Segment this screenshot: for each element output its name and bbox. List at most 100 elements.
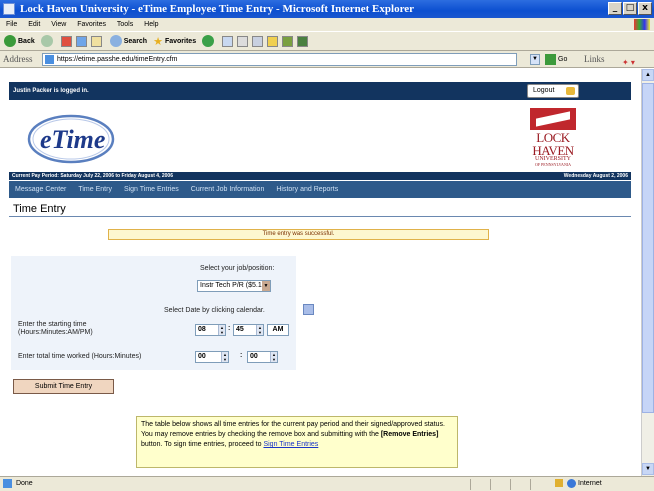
total-hours-spinner[interactable]: 00 ▲ ▼: [195, 351, 229, 363]
vertical-scrollbar[interactable]: ▲ ▼: [641, 69, 654, 476]
lock-haven-flag-icon: [530, 108, 576, 130]
address-dropdown-button[interactable]: ▼: [530, 54, 540, 65]
start-time-row: Enter the starting time (Hours:Minutes:A…: [11, 317, 296, 343]
start-minute-spinner[interactable]: 45 ▲ ▼: [233, 324, 264, 336]
menu-tools[interactable]: Tools: [117, 21, 133, 28]
refresh-icon[interactable]: [75, 35, 87, 47]
total-minutes-spin-icon: ▲ ▼: [270, 352, 277, 362]
submit-time-entry-button[interactable]: Submit Time Entry: [13, 379, 114, 394]
info-remove-entries: [Remove Entries]: [380, 431, 439, 438]
window-title-bar: Lock Haven University - eTime Employee T…: [0, 0, 654, 18]
total-minutes-value: 00: [250, 353, 258, 360]
security-zone: Internet: [555, 477, 602, 491]
folder-icon[interactable]: [267, 35, 279, 47]
print-icon[interactable]: [237, 35, 249, 47]
status-divider: [470, 479, 471, 490]
logout-label: Logout: [533, 87, 555, 94]
research-icon[interactable]: [297, 35, 309, 47]
status-divider: [510, 479, 511, 490]
menu-edit[interactable]: Edit: [28, 21, 40, 28]
menu-favorites[interactable]: Favorites: [77, 21, 106, 28]
info-box: The table below shows all time entries f…: [136, 416, 458, 468]
menu-bar: File Edit View Favorites Tools Help: [0, 18, 654, 31]
messenger-icon[interactable]: [282, 35, 294, 47]
go-arrow-icon: [545, 53, 556, 65]
links-button[interactable]: Links: [584, 51, 605, 68]
address-label: Address: [3, 54, 33, 64]
history-icon[interactable]: [202, 35, 215, 47]
page-done-icon: [3, 478, 12, 488]
start-hour-spin-icon: ▲ ▼: [218, 325, 225, 335]
go-button[interactable]: Go: [545, 53, 567, 66]
favorites-label: Favorites: [164, 37, 197, 45]
back-arrow-icon: [4, 35, 16, 47]
menu-file[interactable]: File: [6, 21, 17, 28]
key-icon: [566, 87, 575, 95]
lhu-logo-lock: LOCK: [536, 130, 570, 145]
home-icon[interactable]: [90, 35, 102, 47]
scroll-thumb[interactable]: [642, 83, 654, 413]
total-minutes-spinner[interactable]: 00 ▲ ▼: [247, 351, 278, 363]
pay-period-bar: Current Pay Period: Saturday July 22, 20…: [9, 172, 631, 180]
current-date: Wednesday August 2, 2006: [563, 173, 628, 179]
start-ampm-select[interactable]: AM: [267, 324, 289, 336]
search-icon: [109, 35, 122, 47]
back-button[interactable]: Back: [4, 35, 35, 47]
job-select-value: Instr Tech P/R ($5.15.): [200, 282, 270, 289]
lhu-logo-pennsylvania: OF PENNSYLVANIA: [534, 162, 572, 167]
etime-logo-text: eTime: [40, 125, 105, 154]
info-text-2: button. To sign time entries, proceed to: [141, 441, 262, 448]
status-text: Done: [15, 480, 33, 487]
calendar-icon[interactable]: [303, 304, 314, 315]
scroll-down-icon[interactable]: ▼: [642, 463, 654, 475]
start-time-label-line1: Enter the starting time: [18, 321, 87, 328]
start-hour-value: 08: [198, 326, 206, 333]
stop-icon[interactable]: [60, 35, 72, 47]
job-select[interactable]: Instr Tech P/R ($5.15.) ▼: [197, 280, 271, 292]
mail-icon[interactable]: [222, 35, 234, 47]
browser-toolbar: Back Search ★ Favorites: [0, 31, 654, 51]
minimize-button[interactable]: _: [608, 2, 622, 15]
total-hours-spin-icon: ▲ ▼: [221, 352, 228, 362]
go-label: Go: [558, 56, 568, 63]
select-date-label: Select Date by clicking calendar.: [164, 307, 265, 314]
select-job-label: Select your job/position:: [200, 265, 275, 272]
forward-arrow-icon[interactable]: [40, 35, 53, 47]
nav-current-job-information[interactable]: Current Job Information: [191, 181, 265, 198]
nav-history-and-reports[interactable]: History and Reports: [276, 181, 338, 198]
lock-haven-logo: LOCK HAVEN UNIVERSITY OF PENNSYLVANIA: [525, 108, 581, 172]
login-bar: Justin Packer is logged in. Logout: [9, 82, 631, 100]
start-time-label-line2: (Hours:Minutes:AM/PM): [18, 329, 93, 336]
close-button[interactable]: x: [638, 2, 652, 15]
start-hour-spinner[interactable]: 08 ▲ ▼: [195, 324, 226, 336]
status-divider: [490, 479, 491, 490]
search-button[interactable]: Search: [109, 35, 148, 47]
start-minute-value: 45: [236, 326, 244, 333]
favorites-button[interactable]: ★ Favorites: [153, 35, 196, 48]
status-bar: Done Internet: [0, 476, 654, 491]
windows-logo-icon: [634, 19, 650, 30]
address-input[interactable]: https://etime.passhe.edu/timeEntry.cfm: [42, 53, 517, 66]
etime-logo: eTime: [27, 114, 115, 164]
edit-icon[interactable]: [252, 35, 264, 47]
search-label: Search: [123, 37, 148, 45]
scroll-up-icon[interactable]: ▲: [642, 69, 654, 81]
page-title: Time Entry: [13, 203, 66, 215]
start-time-separator: :: [228, 325, 231, 332]
maximize-button[interactable]: □: [623, 2, 637, 15]
nav-message-center[interactable]: Message Center: [15, 181, 66, 198]
sign-time-entries-link[interactable]: Sign Time Entries: [263, 441, 318, 448]
status-divider: [530, 479, 531, 490]
address-bar: Address https://etime.passhe.edu/timeEnt…: [0, 51, 654, 68]
nav-time-entry[interactable]: Time Entry: [78, 181, 112, 198]
menu-view[interactable]: View: [51, 21, 66, 28]
menu-help[interactable]: Help: [144, 21, 158, 28]
back-label: Back: [18, 37, 35, 45]
globe-icon: [567, 478, 576, 488]
nav-sign-time-entries[interactable]: Sign Time Entries: [124, 181, 179, 198]
title-divider: [9, 216, 631, 217]
logout-button[interactable]: Logout: [527, 84, 579, 98]
window-title: Lock Haven University - eTime Employee T…: [20, 3, 415, 15]
total-time-separator: :: [240, 352, 243, 359]
address-url: https://etime.passhe.edu/timeEntry.cfm: [57, 56, 178, 63]
